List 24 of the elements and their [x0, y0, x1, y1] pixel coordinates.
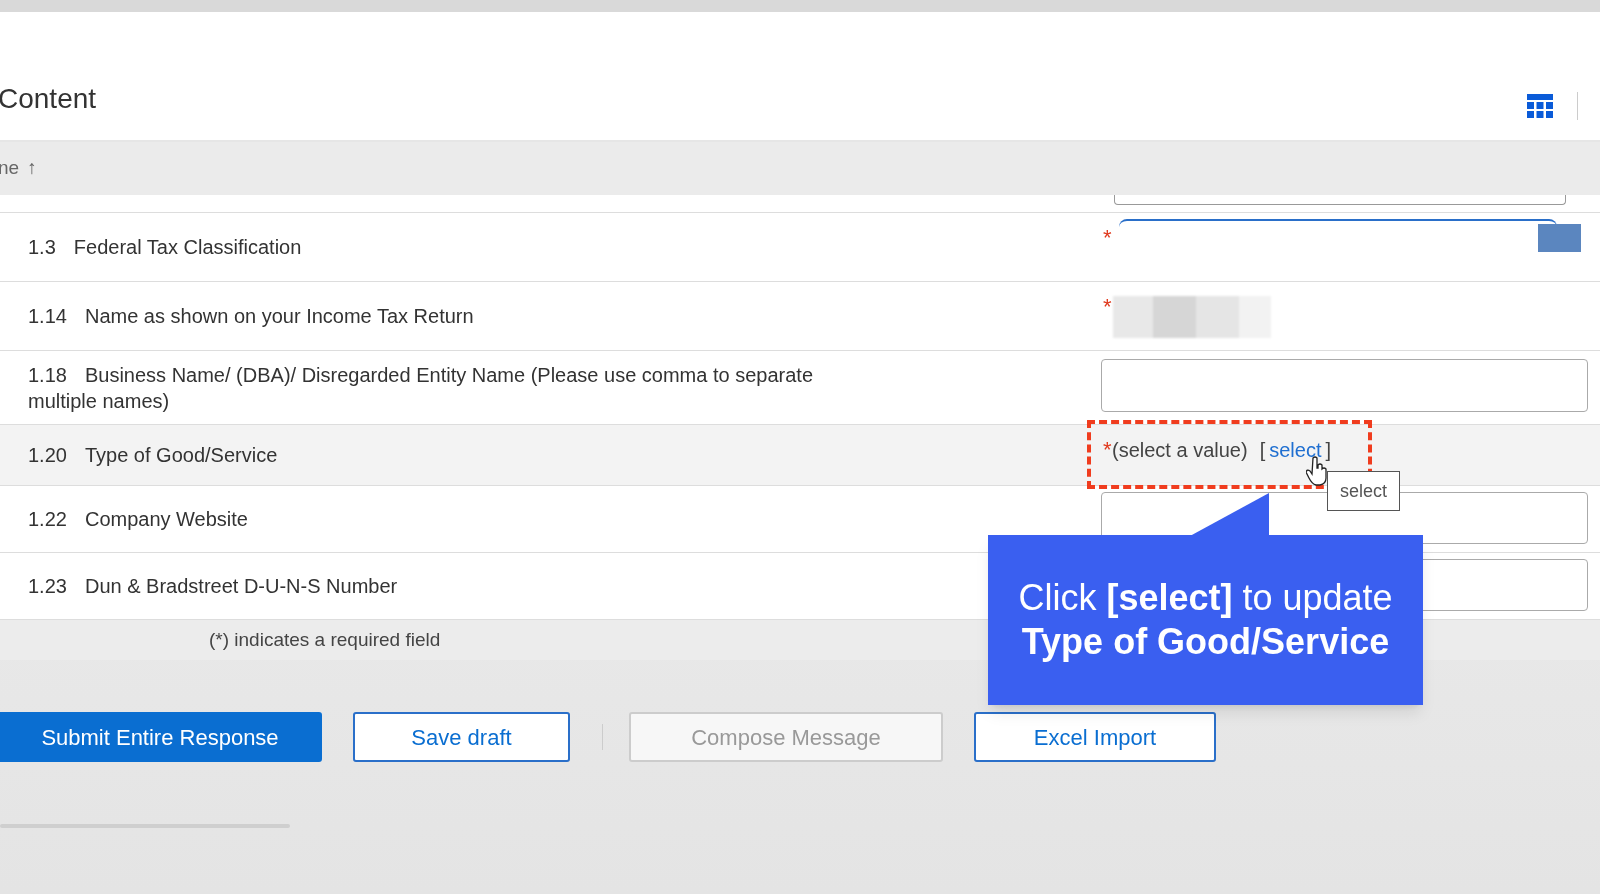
required-mark: * [1103, 436, 1112, 464]
required-mark: * [1103, 224, 1112, 252]
action-button[interactable]: Submit Entire Response [0, 712, 322, 762]
required-mark: * [1103, 293, 1112, 321]
field-label: 1.18 Business Name/ (DBA)/ Disregarded Entity Name (Please use comma to separate multiple names) [28, 362, 814, 414]
table-view-icon[interactable] [1527, 94, 1553, 118]
field-label: 1.22 Company Website [28, 507, 248, 532]
required-note: (*) indicates a required field [209, 627, 441, 652]
value-field[interactable]: (select a value) [1112, 435, 1248, 465]
field-label: 1.23 Dun & Bradstreet D-U-N-S Number [28, 574, 398, 599]
section-title: Content [0, 82, 97, 116]
callout-text: Click [select] to update Type of Good/Service [1017, 576, 1394, 664]
input-field[interactable] [1114, 195, 1566, 205]
select-link[interactable]: select [1269, 435, 1322, 465]
tooltip: select [1327, 471, 1401, 511]
field-label: 1.3 Federal Tax Classification [28, 235, 302, 260]
field-label: 1.14 Name as shown on your Income Tax Return [28, 304, 474, 329]
action-button[interactable]: Excel Import [974, 712, 1216, 762]
field-label: 1.20 Type of Good/Service [28, 443, 278, 468]
bracket: [ [1259, 438, 1266, 463]
bracket: ] [1325, 438, 1331, 463]
sort-arrow[interactable]: ↑ [27, 154, 37, 183]
column-header[interactable]: ne [0, 154, 20, 183]
action-button[interactable]: Save draft [353, 712, 570, 762]
